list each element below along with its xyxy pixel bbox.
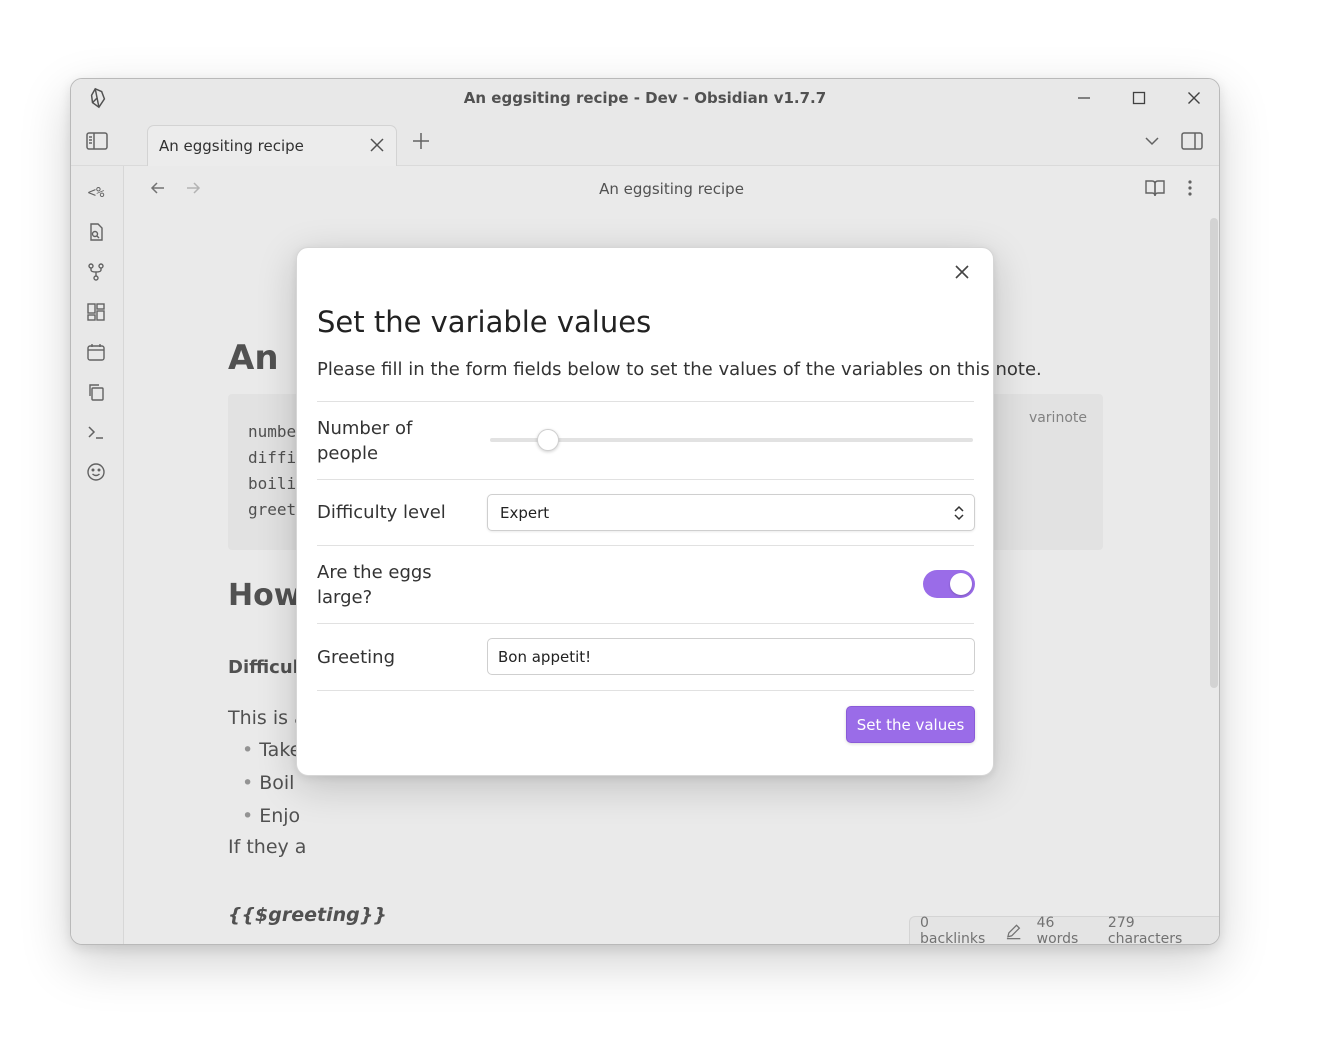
chevrons-up-down-icon bbox=[954, 505, 964, 521]
toggle-knob bbox=[950, 573, 972, 595]
large-eggs-label: Are the eggs large? bbox=[317, 562, 432, 608]
divider bbox=[317, 401, 974, 402]
difficulty-selected-value: Expert bbox=[500, 504, 550, 522]
modal-title: Set the variable values bbox=[317, 305, 652, 339]
close-modal-icon[interactable] bbox=[951, 261, 973, 283]
divider bbox=[317, 690, 974, 691]
difficulty-label: Difficulty level bbox=[317, 502, 446, 523]
divider bbox=[317, 479, 974, 480]
large-eggs-toggle[interactable] bbox=[923, 570, 975, 598]
set-values-button[interactable]: Set the values bbox=[846, 706, 975, 743]
greeting-label: Greeting bbox=[317, 647, 395, 668]
set-variables-modal: Set the variable values Please fill in t… bbox=[296, 247, 1042, 776]
difficulty-select[interactable]: Expert bbox=[487, 494, 975, 531]
people-label: Number of people bbox=[317, 418, 413, 464]
greeting-input[interactable] bbox=[487, 638, 975, 675]
modal-description: Please fill in the form fields below to … bbox=[317, 359, 1042, 380]
people-slider-thumb[interactable] bbox=[536, 429, 559, 451]
divider bbox=[317, 545, 974, 546]
people-slider-track[interactable] bbox=[490, 438, 973, 442]
divider bbox=[317, 623, 974, 624]
